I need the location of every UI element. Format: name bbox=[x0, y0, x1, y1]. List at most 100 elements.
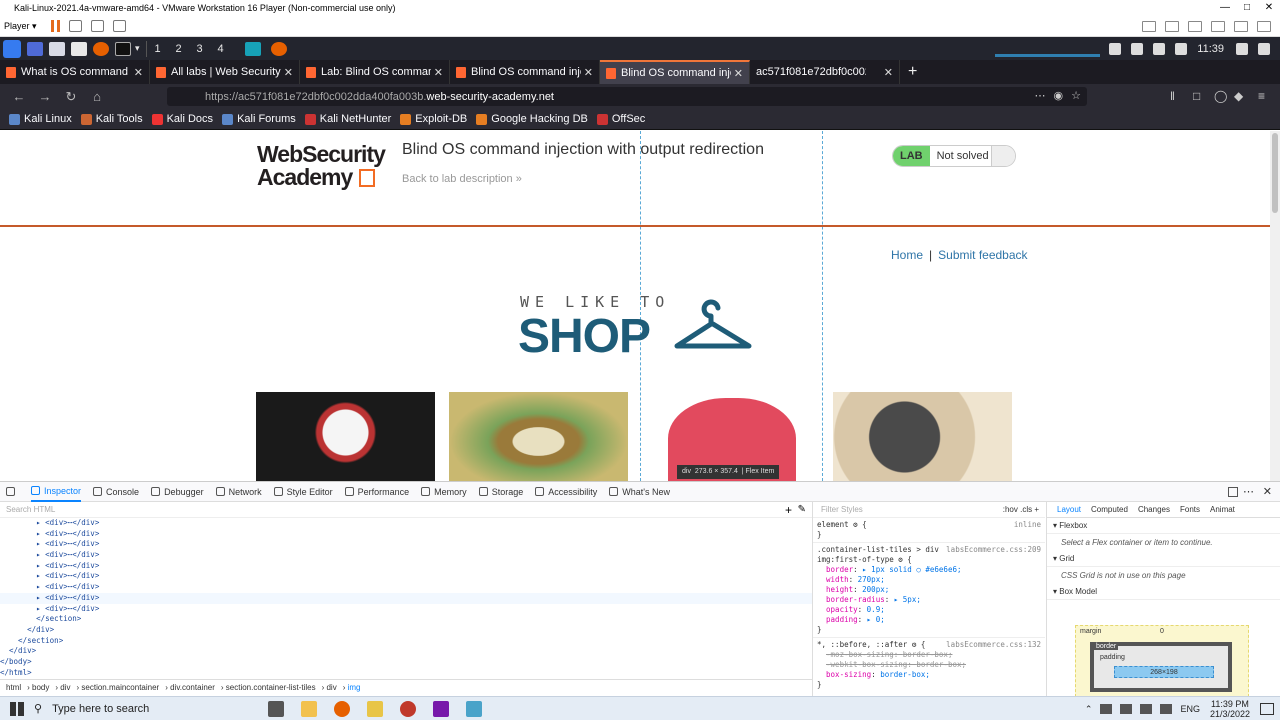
breadcrumb-item[interactable]: section.maincontainer bbox=[81, 683, 159, 692]
library-icon[interactable]: ‖ bbox=[1170, 89, 1184, 103]
vmware-icon[interactable] bbox=[466, 700, 482, 717]
flexbox-section[interactable]: ▾ Flexbox bbox=[1047, 518, 1280, 534]
home-link[interactable]: Home bbox=[891, 248, 923, 262]
pause-icon[interactable] bbox=[50, 20, 60, 32]
more-actions-icon[interactable]: ⋯ bbox=[1035, 89, 1046, 102]
tab-storage[interactable]: Storage bbox=[478, 482, 523, 502]
pick-element-icon[interactable] bbox=[6, 482, 19, 502]
dom-node[interactable]: ▸ <div>⋯</div> bbox=[0, 582, 812, 593]
dom-node[interactable]: ▸ <div>⋯</div> bbox=[0, 529, 812, 540]
dom-node[interactable]: </body> bbox=[0, 657, 812, 668]
firefox-icon[interactable] bbox=[334, 700, 350, 717]
rules-options[interactable]: :hov .cls + bbox=[1003, 505, 1039, 515]
tab-computed[interactable]: Computed bbox=[1091, 505, 1128, 514]
account-icon[interactable]: ◯ bbox=[1214, 89, 1228, 103]
close-devtools-icon[interactable]: ✕ bbox=[1263, 485, 1272, 498]
windows-start-icon[interactable] bbox=[10, 701, 24, 716]
tab-layout[interactable]: Layout bbox=[1057, 505, 1081, 514]
dom-node[interactable]: ▸ <div>⋯</div> bbox=[0, 518, 812, 529]
unity-icon[interactable] bbox=[112, 20, 126, 32]
html-search-input[interactable]: Search HTML bbox=[0, 502, 812, 518]
workspace-3[interactable]: 3 bbox=[190, 43, 210, 55]
tray-icon[interactable] bbox=[1120, 704, 1133, 714]
bookmark-kali-nethunter[interactable]: Kali NetHunter bbox=[304, 113, 391, 125]
language-indicator[interactable]: ENG bbox=[1180, 704, 1200, 714]
bookmark-kali-tools[interactable]: Kali Tools bbox=[80, 113, 143, 125]
browser-tab[interactable]: Blind OS command injectio✕ bbox=[450, 60, 600, 84]
player-menu[interactable]: Player ▾ bbox=[4, 21, 37, 32]
device-icon[interactable] bbox=[1188, 21, 1202, 32]
bookmark-google-hacking-db[interactable]: Google Hacking DB bbox=[476, 113, 588, 125]
close-tab-icon[interactable]: ✕ bbox=[734, 67, 743, 80]
tab-accessibility[interactable]: Accessibility bbox=[535, 482, 597, 502]
dom-node-selected[interactable]: ▸ <div>⋯</div> bbox=[0, 592, 812, 604]
close-tab-icon[interactable]: ✕ bbox=[584, 66, 593, 79]
dom-node[interactable]: ▸ <div>⋯</div> bbox=[0, 539, 812, 550]
editor-icon[interactable] bbox=[71, 41, 87, 56]
grid-section[interactable]: ▾ Grid bbox=[1047, 551, 1280, 567]
tab-changes[interactable]: Changes bbox=[1138, 505, 1170, 514]
sidebar-icon[interactable]: □ bbox=[1193, 89, 1207, 103]
tab-debugger[interactable]: Debugger bbox=[151, 482, 204, 502]
device-icon[interactable] bbox=[1211, 21, 1225, 32]
close-tab-icon[interactable]: ✕ bbox=[284, 66, 293, 79]
breadcrumb-item[interactable]: div bbox=[60, 683, 70, 692]
tab-animations[interactable]: Animat bbox=[1210, 505, 1235, 514]
breadcrumb-item-current[interactable]: img bbox=[348, 683, 361, 692]
taskbar-search[interactable]: ⚲ Type here to search bbox=[34, 697, 254, 721]
workspace-1[interactable]: 1 bbox=[148, 43, 168, 55]
chevron-up-icon[interactable]: ⌃ bbox=[1085, 704, 1093, 715]
breadcrumb-item[interactable]: section.container-list-tiles bbox=[226, 683, 316, 692]
back-icon[interactable]: ← bbox=[12, 89, 26, 104]
dock-icon[interactable] bbox=[1228, 486, 1238, 497]
forward-icon[interactable]: → bbox=[38, 89, 52, 104]
file-explorer-icon[interactable] bbox=[301, 700, 317, 717]
pocket-icon[interactable]: ◉ bbox=[1054, 89, 1064, 102]
close-tab-icon[interactable]: ✕ bbox=[134, 66, 143, 79]
onenote-icon[interactable] bbox=[433, 700, 449, 717]
tab-memory[interactable]: Memory bbox=[421, 482, 467, 502]
add-node-icon[interactable]: + bbox=[785, 503, 792, 517]
maximize-icon[interactable]: □ bbox=[1236, 0, 1258, 16]
dom-node[interactable]: </section> bbox=[0, 614, 812, 625]
tab-inspector[interactable]: Inspector bbox=[31, 482, 82, 502]
burp-icon[interactable] bbox=[244, 41, 261, 56]
close-tab-icon[interactable]: ✕ bbox=[434, 66, 443, 79]
app-icon[interactable] bbox=[367, 700, 383, 717]
firefox-window-icon[interactable] bbox=[270, 41, 287, 56]
box-model-section[interactable]: ▾ Box Model bbox=[1047, 584, 1280, 600]
close-icon[interactable]: ✕ bbox=[1258, 0, 1280, 16]
extension-icon[interactable]: ◆ bbox=[1234, 89, 1248, 103]
network-icon[interactable] bbox=[1140, 704, 1153, 714]
devices-icon[interactable] bbox=[68, 20, 82, 32]
dom-node[interactable]: ▸ <div>⋯</div> bbox=[0, 604, 812, 615]
bookmark-star-icon[interactable]: ☆ bbox=[1071, 89, 1081, 102]
back-to-lab-link[interactable]: Back to lab description » bbox=[402, 173, 522, 185]
power-icon[interactable] bbox=[1258, 42, 1270, 55]
battery-icon[interactable] bbox=[1175, 42, 1188, 55]
lock-icon[interactable] bbox=[1236, 42, 1248, 55]
bookmark-kali-forums[interactable]: Kali Forums bbox=[222, 113, 296, 125]
tab-performance[interactable]: Performance bbox=[344, 482, 409, 502]
minimize-icon[interactable]: — bbox=[1214, 0, 1236, 16]
product-image[interactable] bbox=[256, 392, 435, 481]
breadcrumb-item[interactable]: div bbox=[326, 683, 336, 692]
submit-feedback-link[interactable]: Submit feedback bbox=[938, 248, 1027, 262]
breadcrumb-item[interactable]: div.container bbox=[170, 683, 215, 692]
workspace-4[interactable]: 4 bbox=[211, 43, 231, 55]
browser-tab[interactable]: What is OS command inje✕ bbox=[0, 60, 150, 84]
dom-node[interactable]: ▸ <div>⋯</div> bbox=[0, 571, 812, 582]
tab-network[interactable]: Network bbox=[215, 482, 262, 502]
browser-tab[interactable]: Lab: Blind OS command in✕ bbox=[300, 60, 450, 84]
breadcrumb-item[interactable]: html bbox=[6, 683, 21, 692]
chevron-down-icon[interactable]: ▾ bbox=[135, 43, 140, 54]
browser-tab[interactable]: ac571f081e72dbf0c002dda4✕ bbox=[750, 60, 900, 84]
terminal-icon[interactable] bbox=[115, 41, 131, 56]
filter-styles-input[interactable]: Filter Styles :hov .cls + bbox=[813, 502, 1045, 518]
reload-icon[interactable]: ↻ bbox=[64, 89, 78, 105]
browser-tab[interactable]: All labs | Web Security Ac✕ bbox=[150, 60, 300, 84]
tab-whats-new[interactable]: What's New bbox=[609, 482, 670, 502]
firefox-icon[interactable] bbox=[93, 41, 109, 56]
workspace-2[interactable]: 2 bbox=[169, 43, 189, 55]
device-icon[interactable] bbox=[1142, 21, 1156, 32]
